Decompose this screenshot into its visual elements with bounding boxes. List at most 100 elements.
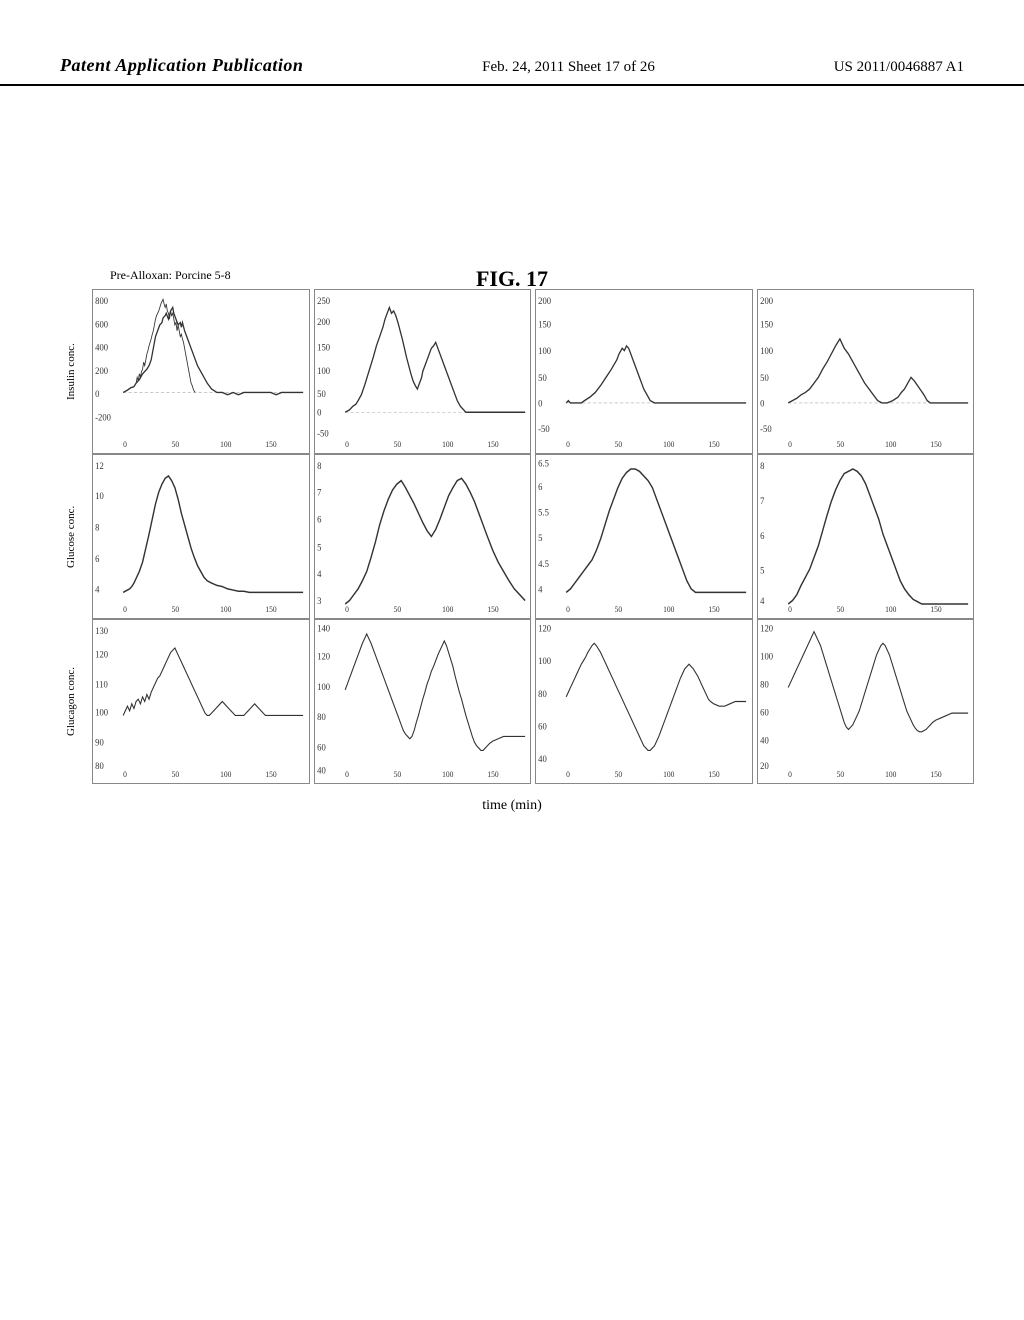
svg-text:4: 4 — [538, 584, 543, 594]
svg-text:400: 400 — [95, 342, 108, 352]
glucose-chart-4: 8 7 6 5 4 0 50 100 150 — [757, 454, 975, 619]
svg-text:0: 0 — [123, 605, 127, 614]
svg-text:50: 50 — [172, 440, 180, 449]
svg-text:12: 12 — [95, 461, 104, 471]
svg-text:100: 100 — [663, 605, 674, 614]
svg-text:50: 50 — [172, 605, 180, 614]
svg-text:150: 150 — [930, 605, 941, 614]
svg-text:4.5: 4.5 — [538, 558, 549, 568]
svg-text:-50: -50 — [760, 424, 772, 434]
svg-text:50: 50 — [615, 770, 623, 779]
svg-text:100: 100 — [95, 707, 108, 717]
svg-text:20: 20 — [760, 761, 769, 771]
svg-text:4: 4 — [317, 569, 322, 579]
header: Patent Application Publication Feb. 24, … — [0, 0, 1024, 86]
svg-text:150: 150 — [708, 605, 719, 614]
svg-text:150: 150 — [487, 605, 498, 614]
svg-text:3: 3 — [317, 596, 322, 606]
svg-text:5: 5 — [538, 533, 543, 543]
svg-text:200: 200 — [95, 366, 108, 376]
svg-text:0: 0 — [566, 770, 570, 779]
svg-text:150: 150 — [265, 440, 276, 449]
svg-text:0: 0 — [345, 770, 349, 779]
svg-text:50: 50 — [760, 373, 769, 383]
svg-text:0: 0 — [760, 398, 765, 408]
svg-text:8: 8 — [95, 522, 100, 532]
svg-text:5: 5 — [760, 565, 765, 575]
svg-text:100: 100 — [663, 770, 674, 779]
svg-text:0: 0 — [345, 605, 349, 614]
svg-text:0: 0 — [123, 770, 127, 779]
svg-text:4: 4 — [760, 596, 765, 606]
svg-text:-200: -200 — [95, 412, 111, 422]
glucagon-chart-4: 120 100 80 60 40 20 0 50 100 150 — [757, 619, 975, 784]
glucagon-chart-3: 120 100 80 60 40 0 50 100 150 — [535, 619, 753, 784]
svg-text:200: 200 — [538, 296, 551, 306]
glucose-chart-3: 6.5 6 5.5 5 4.5 4 0 50 100 150 — [535, 454, 753, 619]
svg-text:7: 7 — [760, 496, 765, 506]
svg-text:50: 50 — [615, 440, 623, 449]
svg-text:100: 100 — [317, 366, 330, 376]
svg-text:80: 80 — [95, 761, 104, 771]
svg-text:10: 10 — [95, 491, 104, 501]
svg-text:50: 50 — [836, 770, 844, 779]
svg-text:5: 5 — [317, 542, 322, 552]
svg-text:50: 50 — [615, 605, 623, 614]
glucagon-chart-1: 130 120 110 100 90 80 0 50 100 150 — [92, 619, 310, 784]
glucose-charts: 12 10 8 6 4 0 50 100 150 — [92, 454, 974, 619]
svg-text:50: 50 — [393, 440, 401, 449]
date-sheet-label: Feb. 24, 2011 Sheet 17 of 26 — [482, 59, 655, 76]
svg-text:-50: -50 — [317, 428, 329, 438]
glucagon-label: Glucagon conc. — [50, 619, 92, 784]
glucose-chart-1: 12 10 8 6 4 0 50 100 150 — [92, 454, 310, 619]
charts-container: Insulin conc. 800 600 400 200 0 -200 0 — [50, 289, 974, 784]
svg-text:6.5: 6.5 — [538, 458, 549, 468]
svg-text:120: 120 — [538, 623, 551, 633]
svg-text:120: 120 — [760, 623, 773, 633]
svg-text:100: 100 — [538, 346, 551, 356]
publication-label: Patent Application Publication — [60, 55, 303, 76]
glucose-label: Glucose conc. — [50, 454, 92, 619]
insulin-row: Insulin conc. 800 600 400 200 0 -200 0 — [50, 289, 974, 454]
svg-text:150: 150 — [760, 319, 773, 329]
svg-text:140: 140 — [317, 623, 330, 633]
svg-text:130: 130 — [95, 626, 108, 636]
insulin-label: Insulin conc. — [50, 289, 92, 454]
svg-text:0: 0 — [788, 605, 792, 614]
svg-text:100: 100 — [220, 605, 231, 614]
glucose-row: Glucose conc. 12 10 8 6 4 0 50 100 — [50, 454, 974, 619]
svg-text:110: 110 — [95, 679, 108, 689]
svg-text:50: 50 — [393, 605, 401, 614]
svg-text:60: 60 — [760, 707, 769, 717]
insulin-chart-4: 200 150 100 50 0 -50 0 50 100 150 — [757, 289, 975, 454]
svg-text:150: 150 — [930, 440, 941, 449]
glucagon-chart-2: 140 120 100 80 60 40 0 50 100 150 — [314, 619, 532, 784]
svg-text:80: 80 — [760, 679, 769, 689]
svg-text:-50: -50 — [538, 424, 550, 434]
svg-text:100: 100 — [885, 605, 896, 614]
svg-text:150: 150 — [487, 440, 498, 449]
svg-text:80: 80 — [317, 712, 326, 722]
svg-text:6: 6 — [760, 531, 765, 541]
svg-text:7: 7 — [317, 487, 322, 497]
pre-alloxan-label: Pre-Alloxan: Porcine 5-8 — [110, 268, 231, 283]
svg-text:0: 0 — [345, 440, 349, 449]
patent-number-label: US 2011/0046887 A1 — [834, 59, 964, 76]
figure-title-row: Pre-Alloxan: Porcine 5-8 FIG. 17 — [50, 266, 974, 283]
svg-text:100: 100 — [442, 605, 453, 614]
svg-text:4: 4 — [95, 584, 100, 594]
svg-text:60: 60 — [317, 742, 326, 752]
svg-text:150: 150 — [930, 770, 941, 779]
svg-text:100: 100 — [663, 440, 674, 449]
insulin-chart-1: 800 600 400 200 0 -200 0 50 100 150 — [92, 289, 310, 454]
svg-text:200: 200 — [760, 296, 773, 306]
svg-text:100: 100 — [442, 440, 453, 449]
svg-text:150: 150 — [708, 770, 719, 779]
svg-text:0: 0 — [566, 440, 570, 449]
svg-text:40: 40 — [317, 765, 326, 775]
svg-text:100: 100 — [760, 651, 773, 661]
svg-text:40: 40 — [760, 735, 769, 745]
svg-text:6: 6 — [538, 482, 543, 492]
svg-text:100: 100 — [760, 346, 773, 356]
svg-text:80: 80 — [538, 689, 547, 699]
